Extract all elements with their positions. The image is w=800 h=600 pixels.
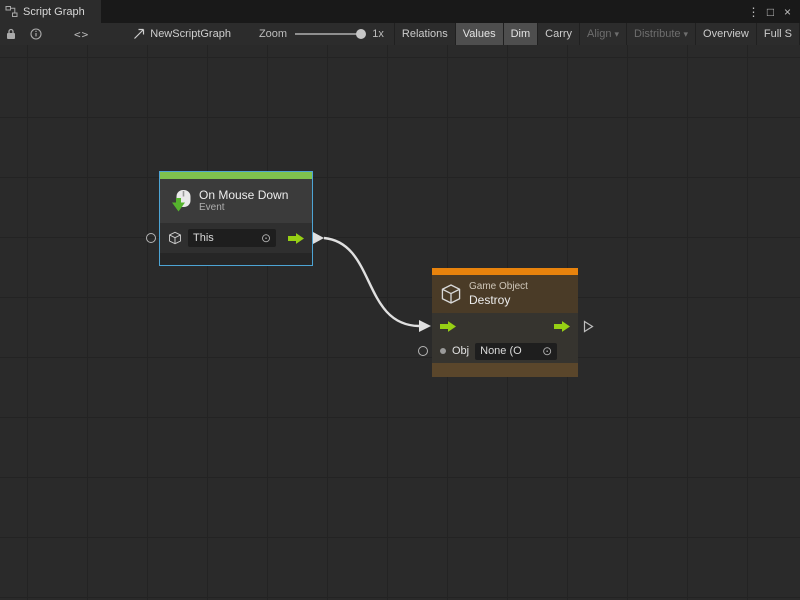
toolbar-buttons: Relations Values Dim Carry Align▾ Distri… — [394, 23, 800, 45]
destroy-node-footer — [432, 363, 578, 377]
destroy-flow-row — [432, 313, 578, 339]
zoom-value: 1x — [372, 28, 384, 40]
destroy-obj-outer-port[interactable] — [418, 346, 428, 356]
game-object-icon — [168, 227, 182, 249]
event-node-header: On Mouse Down Event — [160, 179, 312, 223]
fullscreen-button[interactable]: Full S — [756, 23, 800, 45]
code-preview-icon[interactable]: <> — [74, 23, 89, 45]
event-node-title: On Mouse Down — [199, 188, 288, 202]
target-dropdown[interactable]: This ⊙ — [188, 229, 276, 247]
zoom-label: Zoom — [259, 28, 287, 40]
object-picker-icon[interactable]: ⊙ — [261, 232, 271, 244]
flow-input-port[interactable] — [440, 321, 456, 332]
obj-value-field[interactable]: None (O ⊙ — [475, 343, 557, 360]
zoom-slider-handle[interactable] — [356, 29, 366, 39]
titlebar: Script Graph ⋮ □ × — [0, 0, 800, 23]
destroy-node-category: Game Object — [469, 281, 528, 293]
object-picker-icon[interactable]: ⊙ — [542, 345, 552, 357]
flow-output-port[interactable] — [288, 233, 304, 244]
flow-output-port[interactable] — [554, 321, 570, 332]
align-button: Align▾ — [579, 23, 626, 45]
destroy-node-title: Destroy — [469, 293, 528, 307]
window-controls: ⋮ □ × — [746, 0, 800, 23]
chevron-down-icon: ▾ — [684, 29, 689, 40]
obj-value: None (O — [480, 345, 522, 357]
tab-script-graph[interactable]: Script Graph — [0, 0, 101, 23]
graph-asset-icon — [133, 23, 145, 45]
zoom-slider[interactable] — [295, 23, 366, 45]
values-button[interactable]: Values — [455, 23, 503, 45]
obj-value-port[interactable] — [440, 348, 446, 354]
window-menu-icon[interactable]: ⋮ — [746, 3, 761, 21]
tab-label: Script Graph — [23, 6, 85, 18]
event-node-color-bar — [160, 172, 312, 179]
destroy-node-header: Game Object Destroy — [432, 275, 578, 313]
script-graph-icon — [5, 1, 18, 23]
maximize-icon[interactable]: □ — [763, 3, 778, 21]
event-target-row: This ⊙ — [160, 223, 312, 253]
obj-label: Obj — [452, 345, 469, 357]
graph-toolbar: <> NewScriptGraph Zoom 1x Relations Valu… — [0, 23, 800, 46]
overview-button[interactable]: Overview — [695, 23, 756, 45]
event-self-port[interactable] — [146, 233, 156, 243]
mouse-down-event-icon — [168, 190, 192, 212]
event-node-subtitle: Event — [199, 202, 288, 214]
carry-button[interactable]: Carry — [537, 23, 579, 45]
destroy-node-color-bar — [432, 268, 578, 275]
relations-button[interactable]: Relations — [394, 23, 455, 45]
game-object-icon — [440, 283, 462, 305]
connection-start-arrow — [313, 232, 324, 244]
info-icon[interactable] — [30, 23, 42, 45]
zoom-slider-track[interactable] — [295, 33, 360, 35]
graph-name-breadcrumb[interactable]: NewScriptGraph — [150, 28, 231, 40]
destroy-obj-row: Obj None (O ⊙ — [432, 339, 578, 363]
script-graph-window: Script Graph ⋮ □ × <> NewScriptGraph Zoo… — [0, 0, 800, 600]
chevron-down-icon: ▾ — [615, 29, 620, 40]
connection-layer — [0, 45, 800, 600]
node-on-mouse-down[interactable]: On Mouse Down Event This ⊙ — [160, 172, 312, 265]
graph-canvas[interactable]: On Mouse Down Event This ⊙ — [0, 45, 800, 600]
lock-icon[interactable] — [6, 23, 16, 45]
event-node-footer — [160, 253, 312, 265]
close-icon[interactable]: × — [780, 3, 795, 21]
dim-button[interactable]: Dim — [503, 23, 538, 45]
distribute-button: Distribute▾ — [626, 23, 695, 45]
connection-end-arrow — [419, 320, 431, 332]
node-destroy[interactable]: Game Object Destroy Obj None (O ⊙ — [432, 268, 578, 377]
connection-wire[interactable] — [324, 238, 419, 326]
target-value: This — [193, 232, 214, 244]
destroy-flow-outer-port[interactable] — [583, 320, 594, 338]
